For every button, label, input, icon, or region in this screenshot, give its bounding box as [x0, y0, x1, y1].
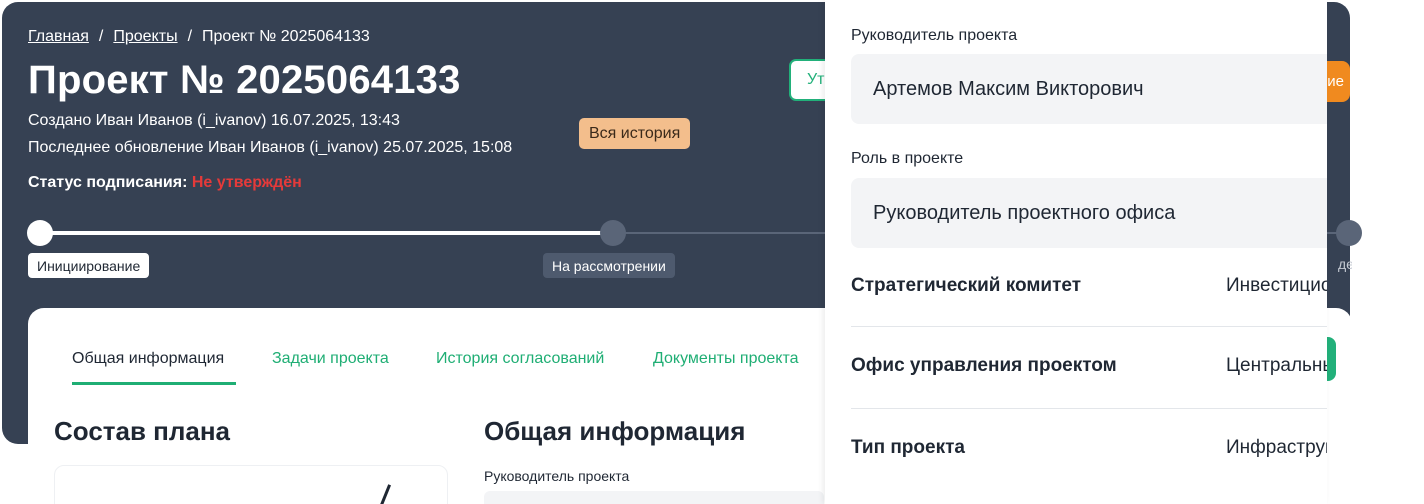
- tab-approval-history[interactable]: История согласований: [436, 350, 604, 368]
- panel-office-value: Центральный: [1226, 355, 1327, 376]
- tab-general-info[interactable]: Общая информация: [72, 350, 224, 368]
- panel-committee-label: Стратегический комитет: [851, 275, 1082, 296]
- stage-dot-review: [600, 220, 626, 246]
- signing-status: Статус подписания: Не утверждён: [28, 174, 302, 192]
- panel-type-value: Инфраструктурный: [1226, 437, 1327, 458]
- general-info-title: Общая информация: [484, 416, 746, 446]
- stage-label-initiation: Инициирование: [28, 253, 150, 278]
- panel-divider: [851, 326, 1327, 327]
- plan-section-title: Состав плана: [54, 416, 231, 446]
- panel-manager-field[interactable]: Артемов Максим Викторович: [851, 54, 1327, 124]
- stage-track-completed: [40, 231, 613, 235]
- panel-committee-value: Инвестиционный: [1226, 275, 1327, 296]
- tab-project-tasks[interactable]: Задачи проекта: [272, 350, 389, 368]
- breadcrumb-home-link[interactable]: Главная: [28, 28, 89, 46]
- details-panel: Руководитель проекта Артемов Максим Викт…: [825, 0, 1327, 504]
- panel-manager-label: Руководитель проекта: [851, 27, 1018, 44]
- panel-office-label: Офис управления проектом: [851, 355, 1117, 376]
- stage-label-review: На рассмотрении: [543, 253, 675, 278]
- page: Главная / Проекты / Проект № 2025064133 …: [0, 0, 1424, 504]
- stage-dot-next: [1336, 220, 1362, 246]
- breadcrumb: Главная / Проекты / Проект № 2025064133: [28, 28, 370, 46]
- panel-divider: [851, 408, 1327, 409]
- stage-label-next: ден: [1338, 256, 1352, 272]
- signing-status-label: Статус подписания:: [28, 174, 188, 191]
- tab-project-documents[interactable]: Документы проекта: [653, 350, 799, 368]
- all-history-button[interactable]: Вся история: [579, 118, 691, 149]
- panel-role-label: Роль в проекте: [851, 150, 964, 167]
- panel-role-field[interactable]: Руководитель проектного офиса: [851, 178, 1327, 248]
- breadcrumb-separator: /: [98, 28, 104, 45]
- manager-field[interactable]: [484, 491, 824, 504]
- updated-info: Последнее обновление Иван Иванов (i_ivan…: [28, 139, 513, 156]
- panel-type-label: Тип проекта: [851, 437, 965, 458]
- created-info: Создано Иван Иванов (i_ivanov) 16.07.202…: [28, 112, 400, 129]
- breadcrumb-current: Проект № 2025064133: [202, 28, 370, 45]
- signing-status-value: Не утверждён: [191, 174, 302, 191]
- breadcrumb-separator: /: [187, 28, 193, 45]
- manager-field-label: Руководитель проекта: [484, 468, 630, 484]
- page-title: Проект № 2025064133: [28, 58, 461, 102]
- breadcrumb-projects-link[interactable]: Проекты: [113, 28, 177, 46]
- active-tab-indicator: [72, 382, 236, 385]
- stage-dot-initiation: [27, 220, 53, 246]
